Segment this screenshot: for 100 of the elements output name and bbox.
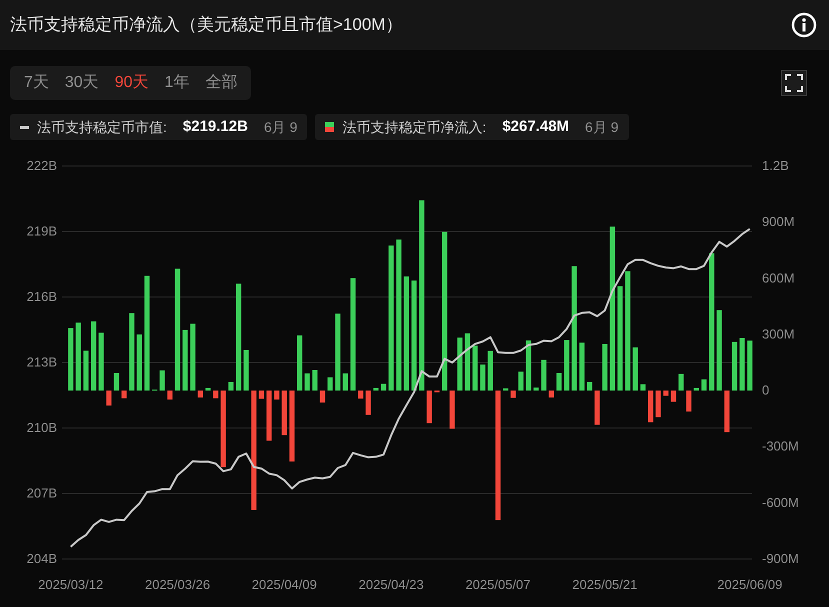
y-axis-label: 900M xyxy=(762,214,795,230)
bar xyxy=(556,372,562,391)
bar xyxy=(213,390,218,398)
bar xyxy=(732,342,738,391)
bar xyxy=(648,390,654,422)
y-axis-label: -600M xyxy=(762,494,799,510)
bar xyxy=(83,350,89,391)
y-axis-label: 207B xyxy=(26,486,57,500)
y-axis-label: 210B xyxy=(26,420,57,435)
bar-swatch-icon xyxy=(325,122,334,132)
bar xyxy=(289,390,295,462)
bar xyxy=(686,390,692,412)
bar xyxy=(198,390,204,398)
bar xyxy=(518,372,524,391)
bar xyxy=(579,342,585,391)
fullscreen-button[interactable] xyxy=(781,70,807,96)
bar xyxy=(701,379,707,391)
legend-date: 6月 9 xyxy=(264,118,298,136)
bar xyxy=(510,390,516,398)
bar xyxy=(136,334,142,391)
bar xyxy=(586,382,592,391)
legend-date: 6月 9 xyxy=(585,118,618,136)
bar xyxy=(297,335,302,391)
bar xyxy=(747,340,752,391)
bar xyxy=(564,340,570,391)
bar xyxy=(328,377,333,391)
bar xyxy=(670,390,676,402)
y-axis-label: 0 xyxy=(762,382,770,398)
bar xyxy=(380,384,386,391)
x-axis-label: 2025/04/23 xyxy=(358,577,424,592)
x-axis-label: 2025/03/12 xyxy=(38,577,104,592)
y-axis-label: 216B xyxy=(26,289,57,304)
bar xyxy=(541,360,546,391)
bar xyxy=(266,390,272,441)
bar xyxy=(656,390,661,418)
bar xyxy=(76,322,81,391)
x-axis-label: 2025/03/26 xyxy=(144,577,210,592)
bar xyxy=(480,364,486,391)
bar xyxy=(122,390,127,398)
bar xyxy=(68,328,74,391)
bar xyxy=(694,388,699,391)
bar xyxy=(91,321,96,391)
bar xyxy=(426,390,432,424)
bar xyxy=(190,324,196,391)
y-axis-label: 213B xyxy=(26,354,57,370)
y-axis-label: 219B xyxy=(26,224,57,238)
legend-item[interactable]: 法币支持稳定币市值: $219.12B 6月 9 xyxy=(10,114,308,140)
bar xyxy=(258,390,264,399)
bar xyxy=(488,350,493,391)
range-tab[interactable]: 90天 xyxy=(106,69,156,97)
bar xyxy=(526,340,532,391)
bar xyxy=(534,388,539,391)
line-swatch-icon xyxy=(20,126,29,128)
bar xyxy=(548,390,554,398)
info-icon[interactable] xyxy=(791,12,817,38)
legend-value: $219.12B xyxy=(182,116,248,137)
bar xyxy=(366,390,371,415)
bar xyxy=(740,338,745,391)
y-axis-label: 600M xyxy=(762,270,795,286)
y-axis-label: -900M xyxy=(762,551,799,566)
bar xyxy=(663,390,668,396)
bar xyxy=(160,370,165,391)
range-tab[interactable]: 7天 xyxy=(16,69,57,97)
range-tab[interactable]: 1年 xyxy=(156,69,198,97)
range-tab[interactable]: 30天 xyxy=(56,69,107,97)
bar xyxy=(457,338,462,391)
y-axis-label: 204B xyxy=(26,551,57,566)
bar xyxy=(472,346,478,391)
range-tab[interactable]: 全部 xyxy=(197,69,246,97)
bar xyxy=(228,382,234,391)
bar xyxy=(632,347,638,391)
bar xyxy=(312,370,318,391)
bar xyxy=(205,388,211,391)
bar xyxy=(182,330,188,391)
bar xyxy=(320,390,326,403)
bar xyxy=(342,373,348,391)
bar xyxy=(106,390,112,406)
x-axis-label: 2025/05/07 xyxy=(465,577,531,592)
bar xyxy=(503,388,508,391)
bar xyxy=(114,372,120,391)
y-axis-label: 222B xyxy=(26,158,57,173)
legend-label: 法币支持稳定币市值: xyxy=(37,118,167,136)
bar xyxy=(167,390,172,400)
bar xyxy=(358,390,364,399)
legend-label: 法币支持稳定币净流入: xyxy=(342,118,486,136)
bar xyxy=(244,350,249,391)
x-axis-label: 2025/06/09 xyxy=(717,577,782,592)
legend-item[interactable]: 法币支持稳定币净流入: $267.48M 6月 9 xyxy=(315,114,628,140)
bar xyxy=(282,390,287,436)
bar xyxy=(98,332,104,391)
bar xyxy=(450,390,455,429)
y-axis-label: -300M xyxy=(762,438,799,454)
bar xyxy=(274,390,280,400)
bar xyxy=(594,390,600,425)
x-axis-label: 2025/04/09 xyxy=(252,577,317,592)
y-axis-label: 1.2B xyxy=(762,158,789,173)
legend-value: $267.48M xyxy=(502,116,570,137)
x-axis-label: 2025/05/21 xyxy=(572,577,638,592)
chart-title: 法币支持稳定币净流入（美元稳定币且市值>100M） xyxy=(10,14,402,36)
bar xyxy=(304,373,310,391)
